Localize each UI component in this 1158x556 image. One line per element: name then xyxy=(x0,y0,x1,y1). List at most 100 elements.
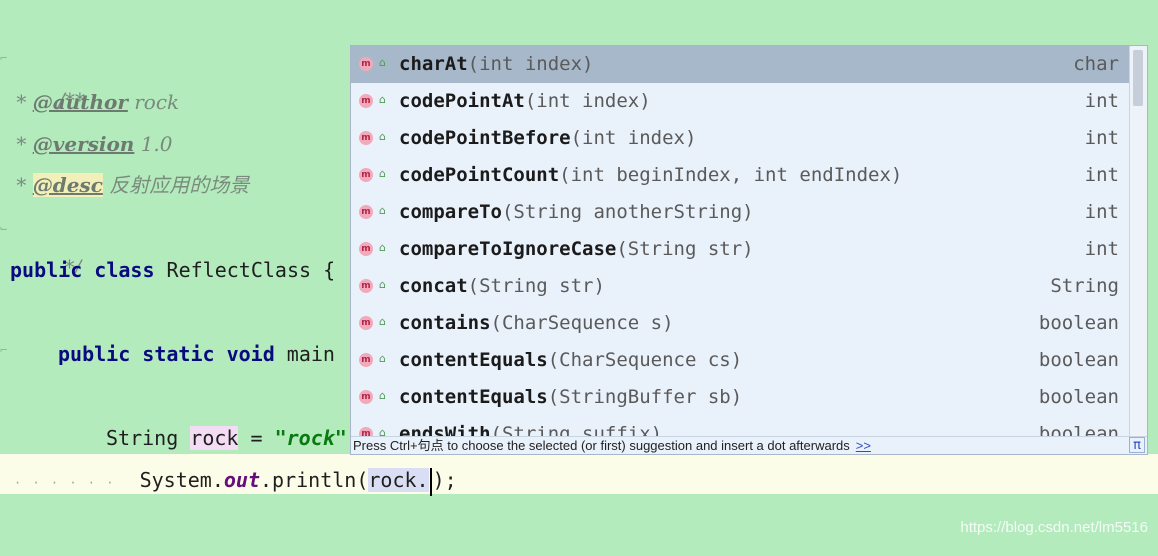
completion-method-params: (String str) xyxy=(467,275,605,297)
code-line-version: * @version 1.0 xyxy=(10,124,173,164)
scrollbar-thumb[interactable] xyxy=(1133,50,1143,106)
code-line-desc: * @desc 反射应用的场景 xyxy=(10,165,249,205)
completion-method-params: (int index) xyxy=(467,53,594,75)
completion-item[interactable]: m ⌂ codePointBefore(int index) int xyxy=(351,120,1129,157)
completion-item[interactable]: m ⌂ charAt(int index) char xyxy=(351,46,1129,83)
method-icon: m xyxy=(359,57,373,71)
completion-method-params: (String str) xyxy=(616,238,754,260)
completion-item[interactable]: m ⌂ concat(String str) String xyxy=(351,268,1129,305)
method-icon: m xyxy=(359,316,373,330)
method-icon: m xyxy=(359,205,373,219)
completion-hint-text: Press Ctrl+句点 to choose the selected (or… xyxy=(353,438,850,453)
completion-item[interactable]: m ⌂ codePointAt(int index) int xyxy=(351,83,1129,120)
public-lock-icon: ⌂ xyxy=(379,389,386,402)
method-icon: m xyxy=(359,168,373,182)
completion-return-type: boolean xyxy=(1038,349,1119,371)
completion-return-type: char xyxy=(1073,53,1119,75)
variable-rock: rock xyxy=(190,426,239,450)
completion-item[interactable]: m ⌂ endsWith(String suffix) boolean xyxy=(351,416,1129,438)
watermark: https://blog.csdn.net/lm5516 xyxy=(960,519,1148,536)
completion-return-type: int xyxy=(1084,201,1119,223)
method-name-main: main xyxy=(274,342,335,366)
completion-item[interactable]: m ⌂ codePointCount(int beginIndex, int end… xyxy=(351,157,1129,194)
javadoc-author-value: rock xyxy=(127,90,180,114)
keyword-void: void xyxy=(226,342,275,366)
keyword-static: static xyxy=(142,342,215,366)
completion-method-name: codePointCount xyxy=(399,164,560,186)
public-lock-icon: ⌂ xyxy=(379,315,386,328)
completion-footer: Press Ctrl+句点 to choose the selected (or… xyxy=(351,436,1147,454)
completion-method-name: contentEquals xyxy=(399,349,548,371)
completion-method-params: (String anotherString) xyxy=(501,201,754,223)
fold-marker-icon[interactable]: ⌙ xyxy=(0,222,10,234)
method-icon: m xyxy=(359,279,373,293)
code-line-println[interactable]: · · · · · · System.out.println(rock.); xyxy=(14,460,457,500)
completion-method-name: compareToIgnoreCase xyxy=(399,238,617,260)
completion-return-type: int xyxy=(1084,164,1119,186)
completion-method-name: codePointAt xyxy=(399,90,525,112)
javadoc-version-tag: @version xyxy=(32,132,135,156)
public-lock-icon: ⌂ xyxy=(379,167,386,180)
completion-method-params: (StringBuffer sb) xyxy=(547,386,743,408)
public-lock-icon: ⌂ xyxy=(379,241,386,254)
javadoc-version-value: 1.0 xyxy=(134,132,173,156)
public-lock-icon: ⌂ xyxy=(379,56,386,69)
completion-method-name: charAt xyxy=(399,53,468,75)
assign-operator: = xyxy=(238,426,275,450)
type-string: String xyxy=(106,426,191,450)
javadoc-desc-tag: @desc xyxy=(32,173,103,197)
public-lock-icon: ⌂ xyxy=(379,130,386,143)
completion-return-type: boolean xyxy=(1038,312,1119,334)
method-icon: m xyxy=(359,390,373,404)
completion-item[interactable]: m ⌂ contains(CharSequence s) boolean xyxy=(351,305,1129,342)
code-line-author: * @author rock xyxy=(10,82,179,122)
completion-return-type: int xyxy=(1084,238,1119,260)
code-line-string-decl: String rock = "rock" xyxy=(106,418,347,458)
completion-method-params: (int beginIndex, int endIndex) xyxy=(559,164,903,186)
completion-return-type: boolean xyxy=(1038,423,1119,438)
completion-item[interactable]: m ⌂ compareToIgnoreCase(String str) int xyxy=(351,231,1129,268)
comment-star: * xyxy=(10,90,33,114)
more-link[interactable]: >> xyxy=(856,438,871,453)
comment-star: * xyxy=(10,173,33,197)
code-line-main-decl: public static void main xyxy=(58,334,335,374)
keyword-public: public xyxy=(10,258,83,282)
javadoc-author-tag: @author xyxy=(32,90,128,114)
argument-rock: rock. xyxy=(368,468,429,492)
completion-method-params: (CharSequence cs) xyxy=(547,349,743,371)
public-lock-icon: ⌂ xyxy=(379,352,386,365)
completion-item[interactable]: m ⌂ compareTo(String anotherString) int xyxy=(351,194,1129,231)
public-lock-icon: ⌂ xyxy=(379,278,386,291)
closing-paren: ); xyxy=(432,468,457,492)
public-lock-icon: ⌂ xyxy=(379,93,386,106)
completion-item[interactable]: m ⌂ contentEquals(StringBuffer sb) boolean xyxy=(351,379,1129,416)
fold-marker-icon[interactable]: ⌐ xyxy=(0,52,10,64)
completion-method-name: concat xyxy=(399,275,468,297)
keyword-class: class xyxy=(94,258,155,282)
method-icon: m xyxy=(359,353,373,367)
fold-marker-icon[interactable]: ⌐ xyxy=(0,344,10,356)
code-completion-popup[interactable]: m ⌂ charAt(int index) char m ⌂ codePointAt(int… xyxy=(350,45,1148,455)
completion-return-type: int xyxy=(1084,127,1119,149)
completion-scrollbar[interactable] xyxy=(1129,46,1147,438)
completion-return-type: boolean xyxy=(1038,386,1119,408)
string-literal: "rock" xyxy=(274,426,347,450)
code-line-doc-close: */ xyxy=(10,207,82,279)
completion-list[interactable]: m ⌂ charAt(int index) char m ⌂ codePointAt(int… xyxy=(351,46,1129,438)
code-line-doc-open: /** xyxy=(10,40,85,112)
keyword-public: public xyxy=(58,342,131,366)
pi-icon[interactable]: π xyxy=(1129,437,1145,453)
code-line-class-decl: public class ReflectClass { xyxy=(10,250,335,290)
javadoc-desc-value: 反射应用的场景 xyxy=(102,173,250,197)
completion-method-name: compareTo xyxy=(399,201,502,223)
method-icon: m xyxy=(359,131,373,145)
public-lock-icon: ⌂ xyxy=(379,204,386,217)
class-system: System. xyxy=(139,468,224,492)
completion-method-params: (CharSequence s) xyxy=(490,312,674,334)
text-caret xyxy=(429,467,432,496)
method-icon: m xyxy=(359,94,373,108)
completion-method-name: contains xyxy=(399,312,491,334)
completion-method-params: (int index) xyxy=(570,127,697,149)
completion-method-name: codePointBefore xyxy=(399,127,571,149)
completion-item[interactable]: m ⌂ contentEquals(CharSequence cs) boolean xyxy=(351,342,1129,379)
